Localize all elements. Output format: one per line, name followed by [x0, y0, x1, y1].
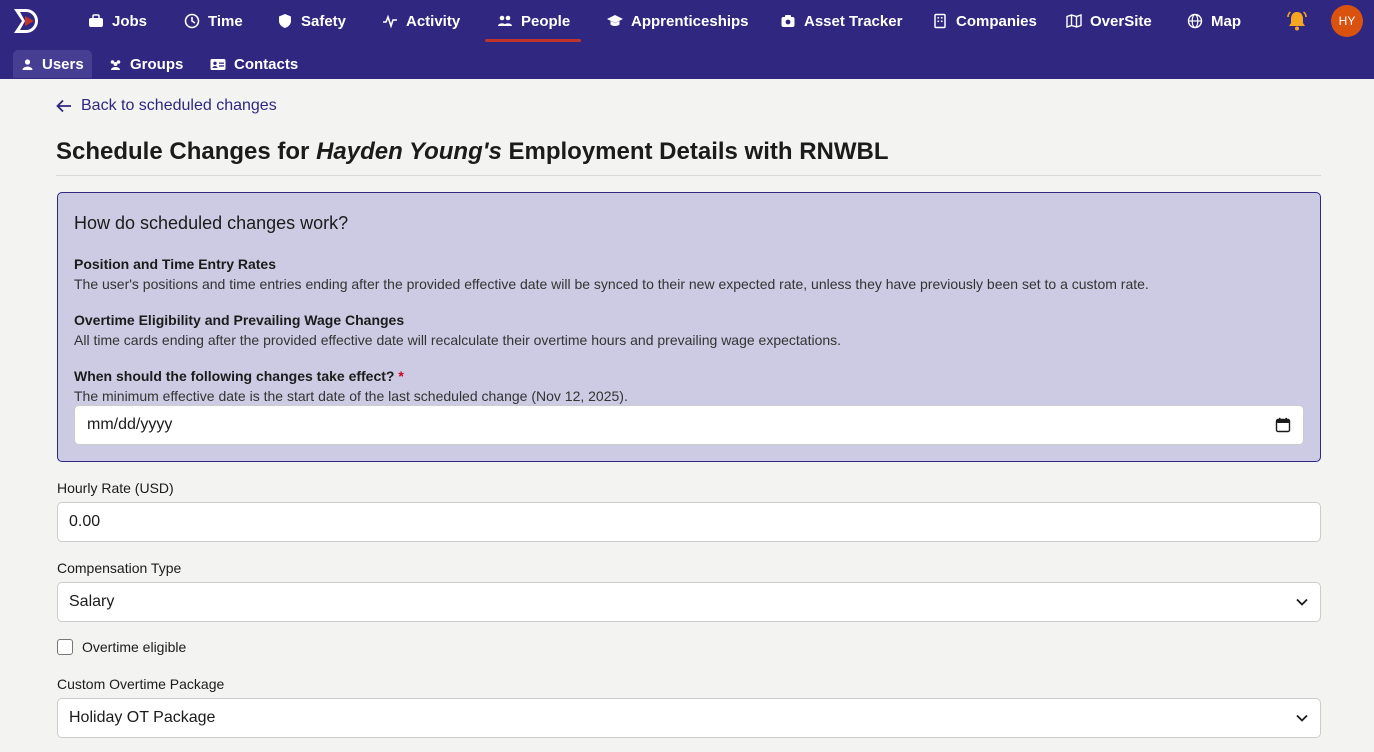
overtime-eligible-checkbox[interactable]	[57, 639, 73, 655]
effective-date-placeholder: mm/dd/yyyy	[87, 416, 173, 433]
info-section2-text: All time cards ending after the provided…	[74, 332, 842, 348]
nav-map-label: Map	[1211, 12, 1241, 30]
map-fold-icon	[1066, 14, 1082, 28]
calendar-icon[interactable]	[1275, 417, 1291, 433]
arrow-left-icon	[56, 99, 71, 113]
nav-asset-tracker-label: Asset Tracker	[804, 12, 903, 30]
briefcase-icon	[89, 14, 103, 27]
clock-icon	[184, 13, 200, 29]
effective-date-label: When should the following changes take e…	[74, 368, 404, 384]
user-icon	[22, 58, 33, 70]
subnav-contacts-label: Contacts	[234, 55, 299, 73]
nav-jobs[interactable]: Jobs	[88, 0, 147, 42]
ot-package-value: Holiday OT Package	[69, 709, 216, 726]
pulse-icon	[383, 14, 397, 29]
ot-package-select[interactable]: Holiday OT Package	[57, 698, 1321, 738]
nav-time-label: Time	[208, 12, 243, 30]
chevron-down-icon	[1296, 598, 1308, 606]
subnav-contacts[interactable]: Contacts	[202, 50, 306, 78]
overtime-eligible-row[interactable]: Overtime eligible	[57, 639, 186, 655]
info-section2-title: Overtime Eligibility and Prevailing Wage…	[74, 312, 405, 328]
hourly-rate-label: Hourly Rate (USD)	[57, 480, 174, 496]
top-nav: Jobs Time Safety Activity People Apprent…	[0, 0, 1374, 42]
compensation-type-label: Compensation Type	[57, 560, 182, 576]
subnav-users-label: Users	[42, 55, 84, 73]
overtime-eligible-label: Overtime eligible	[82, 639, 187, 655]
nav-apprenticeships-label: Apprenticeships	[631, 12, 749, 30]
chevron-down-icon	[1296, 714, 1308, 722]
nav-safety-label: Safety	[301, 12, 347, 30]
app-logo[interactable]	[12, 7, 48, 35]
info-section1-title: Position and Time Entry Rates	[74, 256, 277, 272]
compensation-type-value: Salary	[69, 593, 115, 610]
nav-safety[interactable]: Safety	[277, 0, 346, 42]
shield-icon	[279, 14, 291, 28]
info-heading: How do scheduled changes work?	[74, 213, 349, 233]
subnav-groups-label: Groups	[130, 55, 184, 73]
page-title-suffix: Employment Details with RNWBL	[501, 138, 889, 165]
info-section1-text: The user's positions and time entries en…	[74, 276, 1149, 292]
nav-oversite[interactable]: OverSite	[1066, 0, 1152, 42]
nav-people[interactable]: People	[497, 0, 570, 42]
nav-apprenticeships[interactable]: Apprenticeships	[607, 0, 749, 42]
effective-date-label-text: When should the following changes take e…	[74, 368, 395, 384]
nav-people-label: People	[521, 12, 571, 30]
nav-asset-tracker[interactable]: Asset Tracker	[780, 0, 902, 42]
effective-date-input[interactable]: mm/dd/yyyy	[74, 405, 1304, 445]
globe-icon	[1187, 13, 1203, 29]
camera-icon	[781, 15, 795, 27]
effective-date-help: The minimum effective date is the start …	[74, 388, 628, 404]
required-marker: *	[398, 368, 404, 384]
nav-companies[interactable]: Companies	[932, 0, 1037, 42]
hourly-rate-value: 0.00	[69, 513, 101, 530]
compensation-type-select[interactable]: Salary	[57, 582, 1321, 622]
ot-package-label: Custom Overtime Package	[57, 676, 225, 692]
nav-time[interactable]: Time	[184, 0, 243, 42]
bell-icon[interactable]	[1285, 9, 1309, 33]
page-title-prefix: Schedule Changes for	[56, 138, 317, 165]
user-avatar[interactable]: HY	[1331, 5, 1363, 37]
page-title-user-name: Hayden Young's	[316, 138, 502, 165]
graduation-cap-icon	[607, 15, 623, 26]
contact-card-icon	[210, 58, 226, 70]
nav-activity-label: Activity	[406, 12, 461, 30]
back-to-scheduled-changes-link[interactable]: Back to scheduled changes	[56, 97, 277, 115]
nav-jobs-label: Jobs	[112, 12, 148, 30]
building-icon	[934, 13, 946, 29]
scheduled-changes-info-panel: How do scheduled changes work? Position …	[57, 192, 1321, 462]
page-title: Schedule Changes for Hayden Young's Empl…	[56, 138, 889, 166]
subnav-groups[interactable]: Groups	[101, 50, 191, 78]
nav-companies-label: Companies	[956, 12, 1037, 30]
nav-activity[interactable]: Activity	[382, 0, 460, 42]
back-link-label: Back to scheduled changes	[81, 97, 277, 114]
title-divider	[56, 175, 1321, 176]
group-icon	[110, 59, 121, 70]
hourly-rate-input[interactable]: 0.00	[57, 502, 1321, 542]
nav-oversite-label: OverSite	[1090, 12, 1152, 30]
sub-nav: Users Groups Contacts	[0, 42, 1374, 79]
people-icon	[498, 15, 512, 26]
nav-map[interactable]: Map	[1187, 0, 1241, 42]
subnav-users[interactable]: Users	[13, 50, 92, 78]
